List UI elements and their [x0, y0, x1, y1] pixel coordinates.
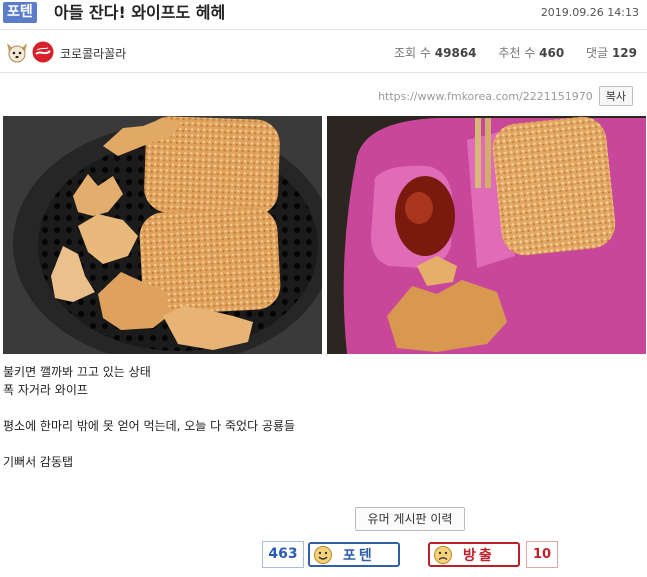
post-header: 포텐 아들 잔다! 와이프도 헤헤 2019.09.26 14:13 [0, 0, 647, 30]
comments-count[interactable]: 129 [612, 46, 637, 60]
content-blank-line [3, 399, 295, 417]
copy-url-button[interactable]: 복사 [598, 86, 633, 106]
comments-label: 댓글 [586, 46, 609, 60]
content-blank-line [3, 435, 295, 453]
post-title: 아들 잔다! 와이프도 헤헤 [54, 3, 226, 22]
content-line: 기뻐서 감동탭 [3, 455, 74, 469]
downvote-button[interactable]: 방출 [428, 542, 520, 567]
dog-face-icon [7, 43, 27, 63]
post-url[interactable]: https://www.fmkorea.com/2221151970 [378, 90, 593, 103]
upvote-count: 463 [262, 541, 304, 568]
post-photo-airfryer [3, 116, 322, 354]
post-photo-plate [327, 116, 646, 354]
category-badge[interactable]: 포텐 [3, 2, 37, 23]
post-date: 2019.09.26 14:13 [540, 6, 639, 19]
content-line: 평소에 한마리 밖에 못 얻어 먹는데, 오늘 다 죽었다 공룡들 [3, 419, 296, 433]
content-line: 폭 자거라 와이프 [3, 383, 88, 397]
board-history-button[interactable]: 유머 게시판 이력 [355, 507, 465, 531]
upvote-label: 포텐 [343, 547, 375, 564]
downvote-label: 방출 [463, 547, 495, 564]
sad-face-icon [434, 545, 452, 564]
recommend-count: 460 [539, 46, 565, 60]
author-bar: 코로콜라꼴라 조회 수 49864 추천 수 460 댓글 129 [0, 31, 647, 73]
coca-cola-logo-icon [32, 41, 54, 63]
content-line: 불키면 깰까봐 끄고 있는 상태 [3, 365, 151, 379]
views-label: 조회 수 [394, 46, 431, 60]
upvote-button[interactable]: 포텐 [308, 542, 400, 567]
recommend-label: 추천 수 [498, 46, 536, 60]
downvote-count: 10 [526, 541, 558, 568]
views-count: 49864 [434, 46, 477, 60]
share-url-row: https://www.fmkorea.com/2221151970 복사 [378, 86, 633, 106]
happy-face-icon [314, 545, 332, 564]
author-name[interactable]: 코로콜라꼴라 [60, 45, 126, 62]
post-content: 불키면 깰까봐 끄고 있는 상태 폭 자거라 와이프 평소에 한마리 밖에 못 … [3, 363, 295, 471]
post-stats: 조회 수 49864 추천 수 460 댓글 129 [394, 44, 637, 61]
